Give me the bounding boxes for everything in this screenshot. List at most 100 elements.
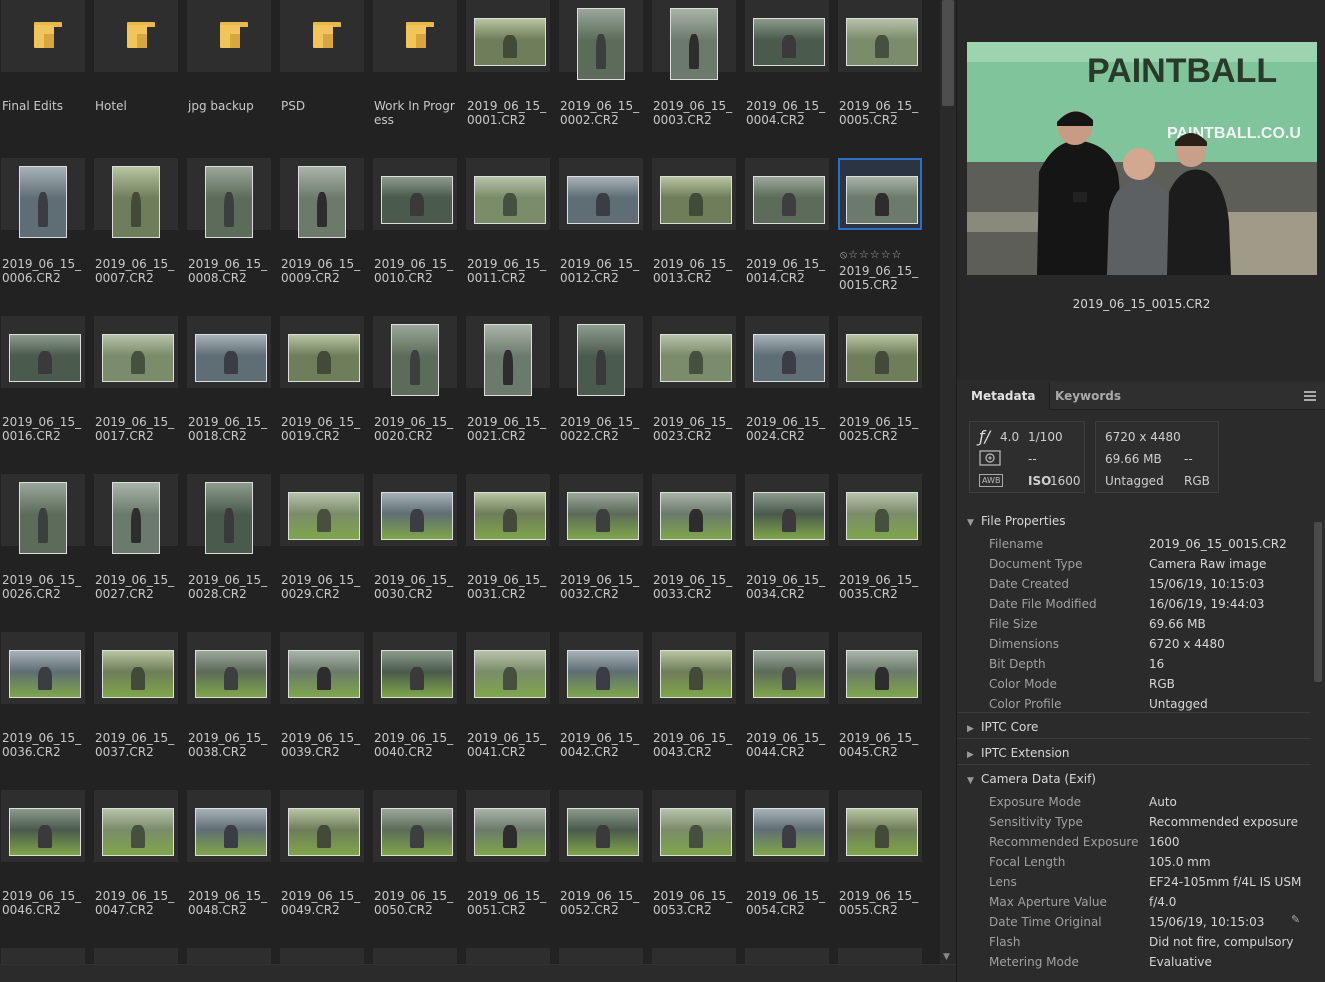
image-tile[interactable]: 2019_06_15_0007.CR2	[94, 158, 178, 285]
content-scrollbar[interactable]: ▼	[940, 0, 956, 964]
thumbnail[interactable]	[745, 0, 829, 72]
section-iptc-core[interactable]: ▶ IPTC Core	[967, 720, 1038, 734]
thumbnail[interactable]	[838, 316, 922, 388]
thumbnail[interactable]	[745, 632, 829, 704]
preview-image[interactable]: PAINTBALL PAINTBALL.CO.U	[967, 42, 1317, 275]
thumbnail[interactable]	[187, 948, 271, 964]
thumbnail[interactable]	[745, 948, 829, 964]
panel-menu-icon[interactable]	[1304, 391, 1316, 401]
thumbnail[interactable]	[373, 632, 457, 704]
image-tile[interactable]: 2019_06_15_0027.CR2	[94, 474, 178, 601]
thumbnail[interactable]	[280, 316, 364, 388]
thumbnail[interactable]	[94, 632, 178, 704]
thumbnail[interactable]	[1, 0, 85, 72]
thumbnail[interactable]	[745, 158, 829, 230]
thumbnail[interactable]	[838, 632, 922, 704]
image-tile[interactable]: 2019_06_15_0026.CR2	[1, 474, 85, 601]
thumbnail[interactable]	[745, 790, 829, 862]
thumbnail[interactable]	[280, 0, 364, 72]
thumbnail[interactable]	[652, 316, 736, 388]
thumbnail[interactable]	[652, 158, 736, 230]
thumbnail[interactable]	[838, 948, 922, 964]
thumbnail[interactable]	[187, 632, 271, 704]
metadata-list[interactable]: ▼ File Properties Filename 2019_06_15_0015…	[957, 508, 1311, 978]
thumbnail[interactable]	[559, 158, 643, 230]
tab-metadata[interactable]: Metadata	[957, 382, 1051, 410]
content-grid[interactable]: Final Edits Hotel jpg backup PSD Work In Pro…	[0, 0, 940, 964]
thumbnail[interactable]	[559, 948, 643, 964]
thumbnail[interactable]	[838, 0, 922, 72]
thumbnail[interactable]	[466, 790, 550, 862]
thumbnail[interactable]	[280, 632, 364, 704]
thumbnail[interactable]	[652, 632, 736, 704]
thumbnail[interactable]	[373, 158, 457, 230]
thumbnail[interactable]	[280, 948, 364, 964]
section-file-properties[interactable]: ▼ File Properties	[967, 514, 1066, 528]
thumbnail[interactable]	[187, 316, 271, 388]
thumbnail[interactable]	[745, 316, 829, 388]
thumbnail[interactable]	[652, 948, 736, 964]
thumbnail[interactable]	[280, 158, 364, 238]
thumbnail[interactable]	[466, 316, 550, 396]
thumbnail[interactable]	[280, 790, 364, 862]
thumbnail[interactable]	[187, 0, 271, 72]
thumbnail[interactable]	[373, 316, 457, 396]
section-camera-data[interactable]: ▼ Camera Data (Exif)	[967, 772, 1096, 786]
image-tile[interactable]: 2019_06_15_0028.CR2	[187, 474, 271, 601]
thumbnail[interactable]	[559, 790, 643, 862]
image-tile[interactable]: 2019_06_15_0020.CR2	[373, 316, 457, 443]
thumbnail[interactable]	[1, 632, 85, 704]
scroll-down-icon[interactable]: ▼	[943, 952, 950, 962]
image-tile[interactable]: 2019_06_15_0002.CR2	[559, 0, 643, 127]
thumbnail[interactable]	[94, 0, 178, 72]
tab-keywords[interactable]: Keywords	[1041, 382, 1135, 410]
thumbnail[interactable]	[373, 474, 457, 546]
section-iptc-extension[interactable]: ▶ IPTC Extension	[967, 746, 1070, 760]
thumbnail[interactable]	[559, 474, 643, 546]
image-tile[interactable]: 2019_06_15_0021.CR2	[466, 316, 550, 443]
thumbnail[interactable]	[466, 158, 550, 230]
thumbnail[interactable]	[373, 0, 457, 72]
thumbnail[interactable]	[280, 474, 364, 546]
thumbnail[interactable]	[187, 790, 271, 862]
image-tile[interactable]: 2019_06_15_0008.CR2	[187, 158, 271, 285]
thumbnail[interactable]	[1, 790, 85, 862]
thumbnail[interactable]	[1, 316, 85, 388]
thumbnail[interactable]	[1, 948, 85, 964]
thumbnail[interactable]	[559, 316, 643, 396]
scrollbar-thumb[interactable]	[942, 0, 954, 106]
thumbnail[interactable]	[94, 316, 178, 388]
thumbnail[interactable]	[466, 632, 550, 704]
thumbnail[interactable]	[559, 0, 643, 80]
thumbnail[interactable]	[652, 474, 736, 546]
thumbnail[interactable]	[1, 158, 85, 238]
thumbnail[interactable]	[838, 474, 922, 546]
thumbnail[interactable]	[94, 474, 178, 554]
thumbnail[interactable]	[838, 158, 922, 230]
thumbnail[interactable]	[373, 790, 457, 862]
thumbnail[interactable]	[466, 474, 550, 546]
thumbnail[interactable]	[745, 474, 829, 546]
image-tile[interactable]: 2019_06_15_0006.CR2	[1, 158, 85, 285]
rating-stars[interactable]: ⦸☆☆☆☆☆	[840, 248, 902, 262]
thumbnail[interactable]	[94, 158, 178, 238]
thumbnail[interactable]	[466, 0, 550, 72]
thumbnail[interactable]	[652, 0, 736, 80]
thumbnail[interactable]	[559, 632, 643, 704]
thumbnail[interactable]	[1, 474, 85, 554]
image-tile[interactable]: 2019_06_15_0022.CR2	[559, 316, 643, 443]
scrollbar-thumb[interactable]	[1314, 522, 1322, 682]
metadata-scrollbar[interactable]	[1311, 508, 1325, 978]
thumbnail[interactable]	[187, 158, 271, 238]
image-tile[interactable]: 2019_06_15_0003.CR2	[652, 0, 736, 127]
thumbnail[interactable]	[838, 790, 922, 862]
thumbnail[interactable]	[373, 948, 457, 964]
thumbnail[interactable]	[652, 790, 736, 862]
thumbnail[interactable]	[94, 790, 178, 862]
photo-thumbnail	[288, 492, 360, 540]
edit-pencil-icon[interactable]: ✎	[1291, 913, 1303, 926]
thumbnail[interactable]	[94, 948, 178, 964]
thumbnail[interactable]	[187, 474, 271, 554]
image-tile[interactable]: 2019_06_15_0009.CR2	[280, 158, 364, 285]
thumbnail[interactable]	[466, 948, 550, 964]
